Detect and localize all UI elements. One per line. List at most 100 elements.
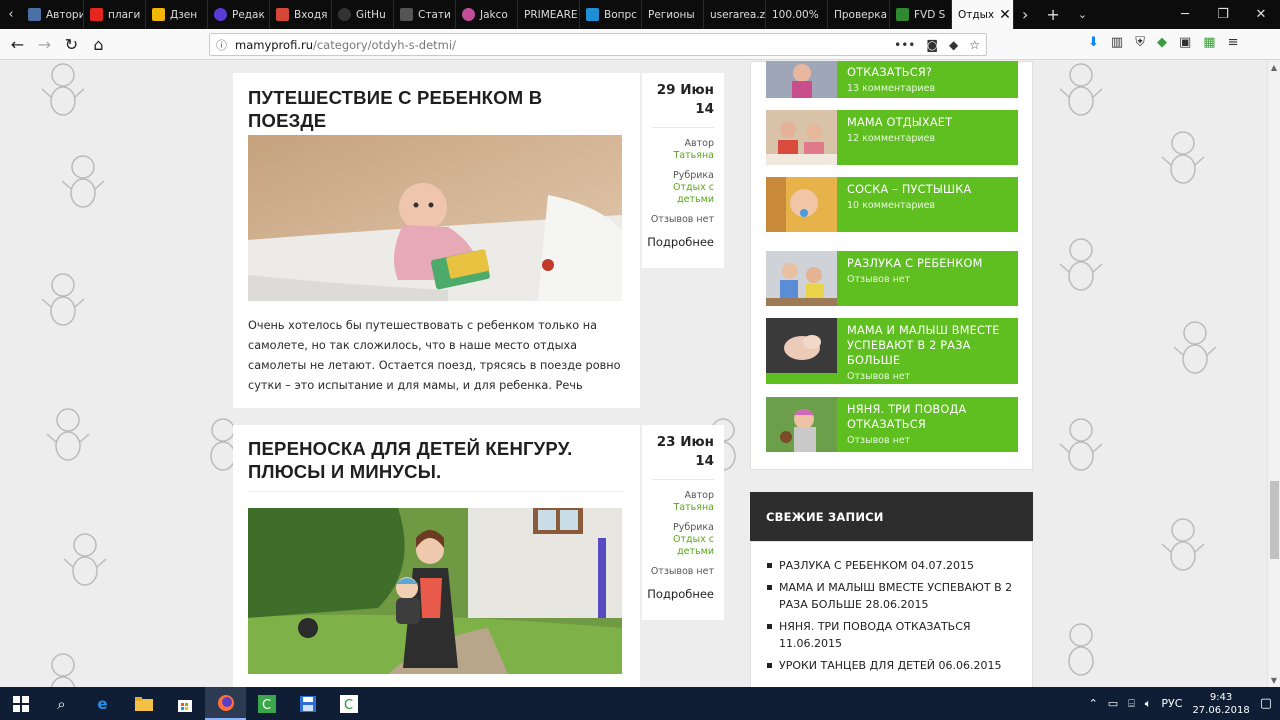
window-close-icon[interactable]: ✕ (1242, 7, 1280, 22)
popular-post-item[interactable]: ОТКАЗАТЬСЯ? 13 комментариев (766, 61, 1018, 98)
new-tab-icon[interactable]: + (1046, 5, 1059, 24)
tab-12[interactable]: 100.00% (766, 0, 828, 29)
read-more-link[interactable]: Подробнее (642, 235, 714, 249)
recent-post-link[interactable]: РАЗЛУКА С РЕБЕНКОМ 04.07.2015 (767, 557, 1016, 574)
tab-list-chevron-icon[interactable]: ⌄ (1078, 8, 1087, 21)
popular-post-comments: Отзывов нет (847, 274, 911, 285)
back-icon[interactable]: ← (4, 35, 31, 54)
vertical-scrollbar[interactable]: ▲ ▼ (1267, 61, 1280, 687)
post-image[interactable] (248, 508, 622, 674)
tab-11[interactable]: userarea.z (704, 0, 766, 29)
home-icon[interactable]: ⌂ (85, 35, 112, 54)
page-actions-icon[interactable]: ••• (894, 38, 915, 52)
category-link[interactable]: Отдых с детьми (642, 182, 714, 206)
camtasia-icon[interactable]: C (246, 687, 287, 720)
search-icon[interactable]: ⌕ (41, 687, 82, 720)
extension-icon[interactable]: ◆ (949, 38, 958, 52)
tab-close-icon[interactable]: ✕ (999, 7, 1011, 23)
start-windows-icon[interactable] (0, 687, 41, 720)
tab-8[interactable]: PRIMEARE (518, 0, 580, 29)
edge-browser-icon[interactable]: e (82, 687, 123, 720)
network-icon[interactable]: ⌸ (1128, 697, 1135, 711)
tab-2[interactable]: Дзен (146, 0, 208, 29)
tab-favicon-icon (90, 8, 103, 21)
url-bar[interactable]: ⓘ mamyprofi.ru/category/otdyh-s-detmi/ •… (209, 33, 987, 56)
tab-scroll-left-icon[interactable]: ‹ (0, 0, 22, 29)
scrollbar-thumb[interactable] (1270, 481, 1279, 559)
tab-favicon-icon (462, 8, 475, 21)
pocket-icon[interactable]: ◙ (926, 38, 938, 52)
forward-icon[interactable]: → (31, 35, 58, 54)
tray-chevron-icon[interactable]: ⌃ (1089, 697, 1098, 710)
tab-14[interactable]: FVD S (890, 0, 952, 29)
reviews-count[interactable]: Отзывов нет (642, 566, 714, 578)
tab-favicon-icon (276, 8, 289, 21)
tab-6[interactable]: Стати (394, 0, 456, 29)
notifications-icon[interactable]: ▢ (1260, 696, 1272, 711)
post-title[interactable]: ПУТЕШЕСТВИЕ С РЕБЕНКОМ В ПОЕЗДЕ (248, 86, 625, 132)
battery-icon[interactable]: ▭ (1108, 697, 1118, 710)
file-explorer-icon[interactable] (123, 687, 164, 720)
menu-icon[interactable]: ≡ (1228, 35, 1239, 50)
popular-post-item[interactable]: МАМА ОТДЫХАЕТ 12 комментариев (766, 110, 1018, 165)
sidebar-icon[interactable]: ▣ (1179, 35, 1191, 50)
tab-3[interactable]: Редак (208, 0, 270, 29)
popular-post-thumbnail (766, 251, 837, 306)
save-disk-icon[interactable] (287, 687, 328, 720)
extension-3-icon[interactable]: ▦ (1203, 35, 1215, 50)
keyboard-language[interactable]: РУС (1161, 697, 1182, 710)
popular-post-item[interactable]: СОСКА – ПУСТЫШКА 10 комментариев (766, 177, 1018, 232)
tab-active[interactable]: Отдых ✕ (952, 0, 1014, 29)
scroll-down-icon[interactable]: ▼ (1268, 674, 1280, 687)
tab-label: userarea.z (710, 8, 766, 21)
extension-2-icon[interactable]: ◆ (1157, 35, 1167, 50)
system-clock[interactable]: 9:43 27.06.2018 (1192, 691, 1249, 717)
post-image[interactable] (248, 135, 622, 301)
category-link[interactable]: Отдых с детьми (642, 534, 714, 558)
author-label: Автор (684, 490, 714, 501)
shield-icon[interactable]: ⛨ (1135, 35, 1145, 50)
title-divider (248, 491, 625, 492)
scroll-up-icon[interactable]: ▲ (1268, 61, 1280, 74)
tab-label: Регионы (648, 8, 695, 21)
tab-favicon-icon (586, 8, 599, 21)
popular-post-item[interactable]: НЯНЯ. ТРИ ПОВОДА ОТКАЗАТЬСЯ Отзывов нет (766, 397, 1018, 452)
camtasia-recorder-icon[interactable]: C (328, 687, 369, 720)
windows-taskbar: ⌕ e C C ⌃ ▭ ⌸ 🔈︎ РУС 9:43 27.06.2018 ▢ (0, 687, 1280, 720)
popular-post-item[interactable]: МАМА И МАЛЫШ ВМЕСТЕ УСПЕВАЮТ В 2 РАЗА БО… (766, 318, 1018, 384)
tab-10[interactable]: Регионы (642, 0, 704, 29)
recent-post-link[interactable]: НЯНЯ. ТРИ ПОВОДА ОТКАЗАТЬСЯ 11.06.2015 (767, 618, 1016, 652)
reload-icon[interactable]: ↻ (58, 35, 85, 54)
background-doodle-icon (41, 273, 85, 326)
tab-scroll-right-icon[interactable]: › (1022, 5, 1028, 24)
tab-label: FVD S (914, 8, 946, 21)
popular-post-thumbnail (766, 397, 837, 452)
tab-9[interactable]: Вопрс (580, 0, 642, 29)
baby-on-bed-image (248, 135, 622, 301)
recent-post-link[interactable]: МАМА И МАЛЫШ ВМЕСТЕ УСПЕВАЮТ В 2 РАЗА БО… (767, 579, 1016, 613)
recent-post-link[interactable]: УРОКИ ТАНЦЕВ ДЛЯ ДЕТЕЙ 06.06.2015 (767, 657, 1016, 674)
popular-post-item[interactable]: РАЗЛУКА С РЕБЕНКОМ Отзывов нет (766, 251, 1018, 306)
firefox-icon[interactable] (205, 687, 246, 720)
tab-4[interactable]: Входя (270, 0, 332, 29)
url-path: /category/otdyh-s-detmi/ (312, 37, 456, 52)
tab-7[interactable]: Jakco (456, 0, 518, 29)
volume-icon[interactable]: 🔈︎ (1145, 697, 1152, 711)
author-link[interactable]: Татьяна (642, 150, 714, 162)
minimize-icon[interactable]: ─ (1166, 7, 1204, 22)
post-title[interactable]: ПЕРЕНОСКА ДЛЯ ДЕТЕЙ КЕНГУРУ. ПЛЮСЫ И МИН… (248, 437, 588, 483)
library-icon[interactable]: ▥ (1111, 35, 1123, 50)
tab-1[interactable]: плаги (84, 0, 146, 29)
tab-5[interactable]: GitHu (332, 0, 394, 29)
background-doodle-icon (41, 63, 85, 116)
bookmark-star-icon[interactable]: ☆ (969, 38, 980, 52)
reviews-count[interactable]: Отзывов нет (642, 214, 714, 226)
store-icon[interactable] (164, 687, 205, 720)
read-more-link[interactable]: Подробнее (642, 587, 714, 601)
tab-13[interactable]: Проверка (828, 0, 890, 29)
site-info-icon[interactable]: ⓘ (216, 37, 227, 53)
author-link[interactable]: Татьяна (642, 502, 714, 514)
restore-icon[interactable]: ❐ (1204, 7, 1242, 22)
downloads-icon[interactable]: ⬇ (1088, 35, 1099, 50)
tab-0[interactable]: Авториза (22, 0, 84, 29)
